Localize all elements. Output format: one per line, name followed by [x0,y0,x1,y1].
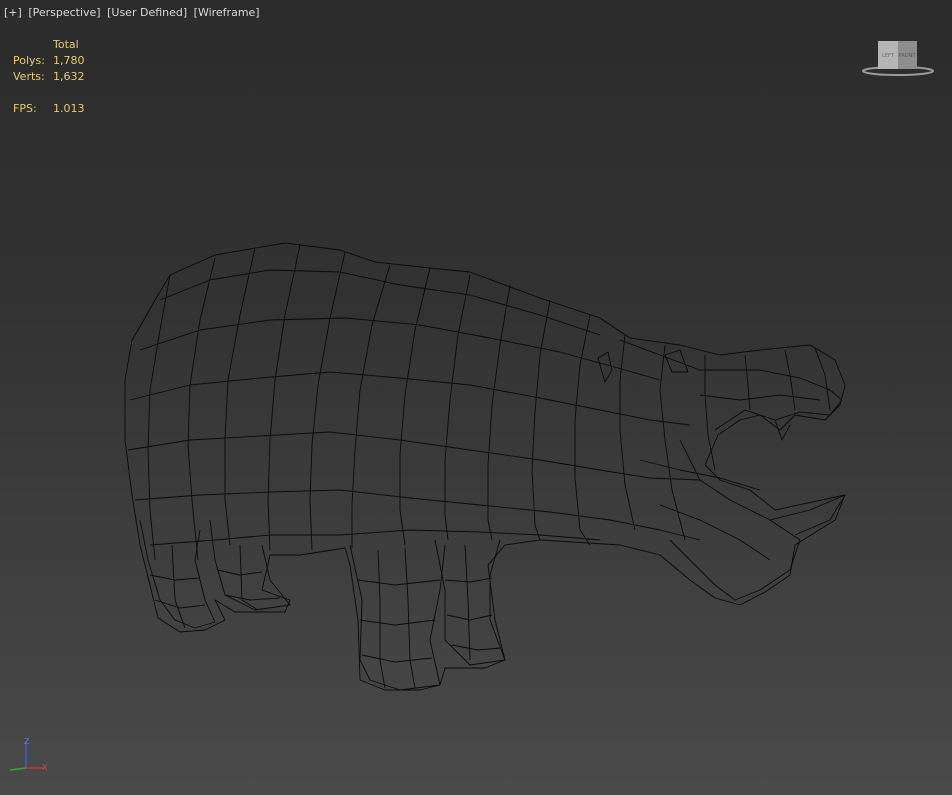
axis-x-label: X [42,763,48,772]
mesh-leg-vert-4 [171,544,186,629]
mesh-leg-loop-3 [217,569,263,576]
mesh-loop-1 [159,269,601,336]
hippo-wireframe-mesh[interactable] [0,0,952,795]
mesh-leg-loop-1 [149,574,201,581]
mesh-ring-7 [399,267,431,546]
mesh-ring-4 [267,244,301,551]
mesh-hind-leg-left [139,519,216,629]
mesh-loop-5 [134,489,701,541]
mesh-leg-loop-9 [446,614,493,621]
mesh-hind-leg-right [209,519,291,611]
mesh-ring-10 [531,299,551,541]
mesh-ear [597,351,613,383]
mesh-ring-12 [619,334,636,531]
mesh-leg-vert-3 [464,544,471,661]
mesh-loop-8 [639,459,761,491]
mesh-fore-leg-left [349,544,446,691]
mesh-fore-leg-right [434,539,506,666]
axis-z-label: Z [24,737,30,746]
mesh-leg-loop-10 [451,644,501,651]
mesh-ring-1 [147,274,171,561]
axis-y-line [9,767,27,771]
mesh-ring-11 [574,314,591,546]
mesh-loop-6 [149,529,601,546]
mesh-loop-9 [659,504,771,561]
mesh-ring-16 [784,349,796,411]
mesh-loop-7 [699,394,821,401]
mesh-leg-vert-1 [377,549,386,689]
mesh-lower-jaw [669,439,801,601]
mesh-leg-loop-5 [357,579,441,586]
mesh-leg-loop-8 [444,577,493,583]
mesh-ring-15 [744,354,751,411]
mesh-loop-4 [127,431,701,481]
mesh-ring-17 [814,347,831,411]
mesh-ring-8 [444,274,471,541]
mesh-tusk-upper [774,419,791,441]
axis-tripod-icon: Z X [9,737,48,772]
mesh-loop-2 [139,317,661,381]
mesh-ring-9 [487,284,511,541]
mesh-leg-vert-2 [404,547,416,689]
mesh-ring-2 [187,257,216,561]
mesh-silhouette-body [124,242,846,691]
mesh-leg-loop-7 [361,654,433,663]
mesh-ring-6 [351,264,391,548]
mesh-ring-3 [224,247,256,546]
mesh-leg-loop-6 [359,619,436,626]
mesh-ring-5 [309,251,346,551]
mesh-tusk-lower [769,494,846,536]
